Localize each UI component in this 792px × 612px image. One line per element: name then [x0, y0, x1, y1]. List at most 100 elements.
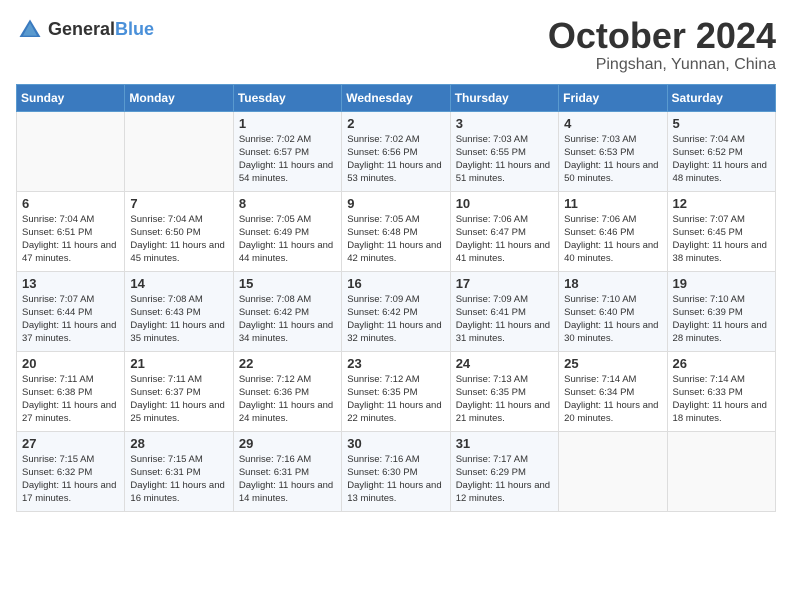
calendar-cell: 14 Sunrise: 7:08 AMSunset: 6:43 PMDayligh…	[125, 271, 233, 351]
day-number: 4	[564, 116, 661, 131]
location: Pingshan, Yunnan, China	[548, 56, 776, 74]
calendar-cell: 7 Sunrise: 7:04 AMSunset: 6:50 PMDaylight…	[125, 191, 233, 271]
calendar-cell: 25 Sunrise: 7:14 AMSunset: 6:34 PMDayligh…	[559, 351, 667, 431]
day-info: Sunrise: 7:14 AMSunset: 6:34 PMDaylight:…	[564, 373, 661, 426]
day-number: 30	[347, 436, 444, 451]
calendar-cell: 9Sunrise: 7:05 AMSunset: 6:48 PMDaylight…	[342, 191, 450, 271]
day-info: Sunrise: 7:03 AMSunset: 6:53 PMDaylight:…	[564, 133, 661, 186]
calendar-cell: 19Sunrise: 7:10 AMSunset: 6:39 PMDayligh…	[667, 271, 775, 351]
weekday-header-tuesday: Tuesday	[233, 84, 341, 111]
day-info: Sunrise: 7:05 AMSunset: 6:49 PMDaylight:…	[239, 213, 336, 266]
calendar-cell: 17 Sunrise: 7:09 AMSunset: 6:41 PMDayligh…	[450, 271, 558, 351]
calendar-cell: 27 Sunrise: 7:15 AMSunset: 6:32 PMDayligh…	[17, 431, 125, 511]
weekday-header-wednesday: Wednesday	[342, 84, 450, 111]
calendar-cell: 1 Sunrise: 7:02 AMSunset: 6:57 PMDaylight…	[233, 111, 341, 191]
logo: GeneralBlue	[16, 16, 154, 44]
day-info: Sunrise: 7:15 AMSunset: 6:31 PMDaylight:…	[130, 453, 227, 506]
day-info: Sunrise: 7:12 AMSunset: 6:36 PMDaylight:…	[239, 373, 336, 426]
day-number: 25	[564, 356, 661, 371]
week-row-5: 27 Sunrise: 7:15 AMSunset: 6:32 PMDayligh…	[17, 431, 776, 511]
day-info: Sunrise: 7:09 AMSunset: 6:42 PMDaylight:…	[347, 293, 444, 346]
day-number: 16	[347, 276, 444, 291]
day-info: Sunrise: 7:12 AMSunset: 6:35 PMDaylight:…	[347, 373, 444, 426]
day-info: Sunrise: 7:17 AMSunset: 6:29 PMDaylight:…	[456, 453, 553, 506]
day-number: 18	[564, 276, 661, 291]
day-info: Sunrise: 7:04 AMSunset: 6:52 PMDaylight:…	[673, 133, 770, 186]
week-row-4: 20 Sunrise: 7:11 AMSunset: 6:38 PMDayligh…	[17, 351, 776, 431]
day-info: Sunrise: 7:02 AMSunset: 6:56 PMDaylight:…	[347, 133, 444, 186]
day-info: Sunrise: 7:04 AMSunset: 6:50 PMDaylight:…	[130, 213, 227, 266]
day-number: 1	[239, 116, 336, 131]
day-number: 10	[456, 196, 553, 211]
day-info: Sunrise: 7:10 AMSunset: 6:39 PMDaylight:…	[673, 293, 770, 346]
calendar-cell: 12 Sunrise: 7:07 AMSunset: 6:45 PMDayligh…	[667, 191, 775, 271]
calendar-cell: 3 Sunrise: 7:03 AMSunset: 6:55 PMDaylight…	[450, 111, 558, 191]
day-number: 29	[239, 436, 336, 451]
day-number: 27	[22, 436, 119, 451]
title-section: October 2024 Pingshan, Yunnan, China	[548, 16, 776, 74]
calendar-cell: 20 Sunrise: 7:11 AMSunset: 6:38 PMDayligh…	[17, 351, 125, 431]
calendar-cell	[559, 431, 667, 511]
calendar-cell: 29 Sunrise: 7:16 AMSunset: 6:31 PMDayligh…	[233, 431, 341, 511]
day-info: Sunrise: 7:08 AMSunset: 6:43 PMDaylight:…	[130, 293, 227, 346]
day-info: Sunrise: 7:08 AMSunset: 6:42 PMDaylight:…	[239, 293, 336, 346]
day-info: Sunrise: 7:09 AMSunset: 6:41 PMDaylight:…	[456, 293, 553, 346]
day-info: Sunrise: 7:07 AMSunset: 6:44 PMDaylight:…	[22, 293, 119, 346]
day-info: Sunrise: 7:06 AMSunset: 6:47 PMDaylight:…	[456, 213, 553, 266]
day-info: Sunrise: 7:13 AMSunset: 6:35 PMDaylight:…	[456, 373, 553, 426]
day-info: Sunrise: 7:07 AMSunset: 6:45 PMDaylight:…	[673, 213, 770, 266]
day-number: 13	[22, 276, 119, 291]
calendar-cell: 11Sunrise: 7:06 AMSunset: 6:46 PMDayligh…	[559, 191, 667, 271]
day-info: Sunrise: 7:11 AMSunset: 6:37 PMDaylight:…	[130, 373, 227, 426]
weekday-header-monday: Monday	[125, 84, 233, 111]
calendar-cell: 8 Sunrise: 7:05 AMSunset: 6:49 PMDaylight…	[233, 191, 341, 271]
weekday-header-sunday: Sunday	[17, 84, 125, 111]
calendar-cell: 4 Sunrise: 7:03 AMSunset: 6:53 PMDaylight…	[559, 111, 667, 191]
day-info: Sunrise: 7:03 AMSunset: 6:55 PMDaylight:…	[456, 133, 553, 186]
weekday-header-thursday: Thursday	[450, 84, 558, 111]
calendar-cell	[17, 111, 125, 191]
day-number: 3	[456, 116, 553, 131]
calendar-cell	[667, 431, 775, 511]
month-title: October 2024	[548, 16, 776, 56]
week-row-1: 1 Sunrise: 7:02 AMSunset: 6:57 PMDaylight…	[17, 111, 776, 191]
day-number: 14	[130, 276, 227, 291]
calendar-cell: 15 Sunrise: 7:08 AMSunset: 6:42 PMDayligh…	[233, 271, 341, 351]
day-info: Sunrise: 7:16 AMSunset: 6:31 PMDaylight:…	[239, 453, 336, 506]
day-number: 21	[130, 356, 227, 371]
day-number: 2	[347, 116, 444, 131]
day-info: Sunrise: 7:02 AMSunset: 6:57 PMDaylight:…	[239, 133, 336, 186]
day-info: Sunrise: 7:04 AMSunset: 6:51 PMDaylight:…	[22, 213, 119, 266]
day-number: 7	[130, 196, 227, 211]
calendar-cell: 21 Sunrise: 7:11 AMSunset: 6:37 PMDayligh…	[125, 351, 233, 431]
calendar-cell: 31 Sunrise: 7:17 AMSunset: 6:29 PMDayligh…	[450, 431, 558, 511]
day-info: Sunrise: 7:15 AMSunset: 6:32 PMDaylight:…	[22, 453, 119, 506]
calendar-cell: 2 Sunrise: 7:02 AMSunset: 6:56 PMDaylight…	[342, 111, 450, 191]
calendar-cell: 26Sunrise: 7:14 AMSunset: 6:33 PMDayligh…	[667, 351, 775, 431]
day-info: Sunrise: 7:11 AMSunset: 6:38 PMDaylight:…	[22, 373, 119, 426]
calendar-cell: 5Sunrise: 7:04 AMSunset: 6:52 PMDaylight…	[667, 111, 775, 191]
calendar-cell: 28 Sunrise: 7:15 AMSunset: 6:31 PMDayligh…	[125, 431, 233, 511]
weekday-header-row: SundayMondayTuesdayWednesdayThursdayFrid…	[17, 84, 776, 111]
calendar-cell: 10 Sunrise: 7:06 AMSunset: 6:47 PMDayligh…	[450, 191, 558, 271]
day-number: 15	[239, 276, 336, 291]
calendar-cell: 16 Sunrise: 7:09 AMSunset: 6:42 PMDayligh…	[342, 271, 450, 351]
day-number: 23	[347, 356, 444, 371]
day-number: 20	[22, 356, 119, 371]
day-number: 26	[673, 356, 770, 371]
logo-text-general: General	[48, 19, 115, 39]
calendar-cell	[125, 111, 233, 191]
day-number: 11	[564, 196, 661, 211]
day-number: 8	[239, 196, 336, 211]
calendar-cell: 18Sunrise: 7:10 AMSunset: 6:40 PMDayligh…	[559, 271, 667, 351]
logo-text-blue: Blue	[115, 19, 154, 39]
calendar-cell: 23 Sunrise: 7:12 AMSunset: 6:35 PMDayligh…	[342, 351, 450, 431]
calendar-cell: 13 Sunrise: 7:07 AMSunset: 6:44 PMDayligh…	[17, 271, 125, 351]
day-number: 12	[673, 196, 770, 211]
day-number: 28	[130, 436, 227, 451]
weekday-header-saturday: Saturday	[667, 84, 775, 111]
week-row-3: 13 Sunrise: 7:07 AMSunset: 6:44 PMDayligh…	[17, 271, 776, 351]
calendar-cell: 6Sunrise: 7:04 AMSunset: 6:51 PMDaylight…	[17, 191, 125, 271]
day-number: 17	[456, 276, 553, 291]
day-number: 31	[456, 436, 553, 451]
